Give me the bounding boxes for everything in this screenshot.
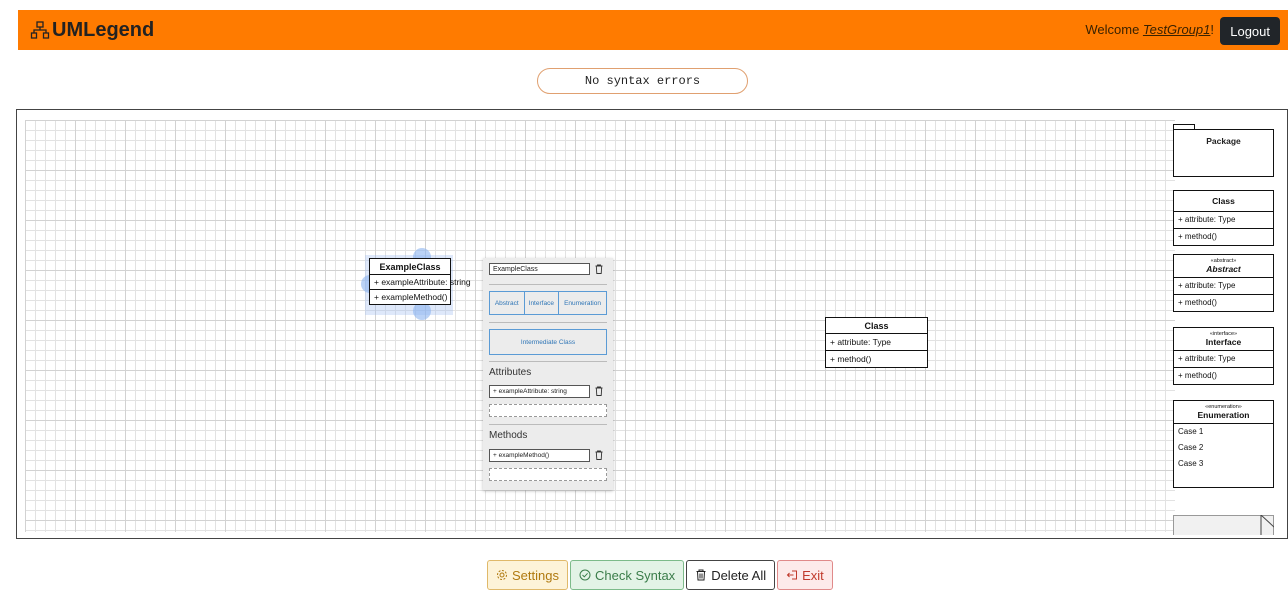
divider	[489, 361, 607, 362]
class-edit-panel: ExampleClass Abstract Interface Enumerat…	[483, 258, 613, 490]
attribute-input[interactable]: + exampleAttribute: string	[489, 385, 590, 398]
delete-attribute-icon[interactable]	[595, 386, 603, 396]
exit-label: Exit	[802, 567, 824, 583]
intermediate-class-button[interactable]: Intermediate Class	[489, 329, 607, 355]
palette-enumeration[interactable]: «enumeration» Enumeration Case 1 Case 2 …	[1173, 400, 1274, 488]
interface-name: Interface	[1205, 337, 1242, 347]
palette-abstract[interactable]: «abstract» Abstract + attribute: Type + …	[1173, 254, 1274, 312]
new-method-input[interactable]	[489, 468, 607, 481]
class-attribute[interactable]: + exampleAttribute: string	[370, 275, 471, 290]
check-syntax-label: Check Syntax	[594, 567, 676, 583]
diagram-logo-icon	[30, 21, 50, 39]
class-method[interactable]: + method()	[826, 351, 927, 367]
welcome-suffix: !	[1210, 22, 1214, 37]
package-label: Package	[1206, 136, 1241, 146]
app-header: UMLegend Welcome TestGroup1! Logout	[18, 10, 1288, 50]
palette-abstract-attribute: + attribute: Type	[1174, 278, 1273, 295]
class-method[interactable]: + exampleMethod()	[370, 290, 450, 304]
delete-method-icon[interactable]	[595, 450, 603, 460]
brand-name: UMLegend	[52, 18, 155, 41]
divider	[489, 322, 607, 323]
class-name[interactable]: ExampleClass	[370, 259, 450, 275]
palette-note[interactable]	[1173, 515, 1274, 535]
enumeration-type-button[interactable]: Enumeration	[559, 292, 606, 314]
enumeration-case: Case 3	[1178, 459, 1204, 468]
palette-interface-method: + method()	[1178, 371, 1217, 380]
exit-icon	[786, 570, 798, 580]
abstract-name: Abstract	[1206, 264, 1241, 274]
enumeration-case: Case 1	[1178, 427, 1204, 436]
trash-icon	[696, 569, 706, 581]
class-attribute[interactable]: + attribute: Type	[826, 334, 927, 351]
syntax-status: No syntax errors	[537, 68, 748, 94]
palette-package[interactable]: Package	[1173, 129, 1274, 177]
palette-enumeration-title: «enumeration» Enumeration	[1174, 401, 1273, 424]
new-attribute-input[interactable]	[489, 404, 607, 417]
palette-class[interactable]: Class + attribute: Type + method()	[1173, 190, 1274, 246]
logout-button[interactable]: Logout	[1220, 17, 1280, 45]
method-input[interactable]: + exampleMethod()	[489, 449, 590, 462]
welcome-prefix: Welcome	[1085, 22, 1143, 37]
example-class-box[interactable]: ExampleClass + exampleAttribute: string …	[369, 258, 471, 305]
delete-all-label: Delete All	[711, 567, 767, 583]
divider	[489, 284, 607, 285]
diagram-canvas[interactable]: ExampleClass + exampleAttribute: string …	[16, 109, 1288, 539]
class-name[interactable]: Class	[826, 318, 927, 334]
palette-class-title: Class	[1174, 191, 1273, 212]
class-name-input[interactable]: ExampleClass	[489, 263, 590, 275]
palette-class-attribute: + attribute: Type	[1174, 212, 1273, 229]
abstract-type-button[interactable]: Abstract	[490, 292, 525, 314]
delete-class-icon[interactable]	[595, 264, 603, 274]
placed-class-box[interactable]: Class + attribute: Type + method()	[825, 317, 928, 368]
check-circle-icon	[579, 569, 591, 581]
interface-type-button[interactable]: Interface	[525, 292, 560, 314]
enumeration-name: Enumeration	[1197, 410, 1250, 420]
palette-interface-attribute: + attribute: Type	[1174, 351, 1273, 368]
welcome-message: Welcome TestGroup1!	[1085, 22, 1214, 37]
attributes-heading: Attributes	[489, 367, 532, 378]
palette-interface-title: «interface» Interface	[1174, 328, 1273, 351]
username-link[interactable]: TestGroup1	[1143, 22, 1210, 37]
palette-abstract-method: + method()	[1178, 298, 1217, 307]
class-type-group: Abstract Interface Enumeration	[489, 291, 607, 315]
settings-label: Settings	[512, 567, 559, 583]
brand[interactable]: UMLegend	[30, 19, 154, 42]
methods-heading: Methods	[489, 430, 528, 441]
note-fold-icon	[1260, 515, 1274, 535]
gear-icon	[497, 570, 507, 580]
palette-interface[interactable]: «interface» Interface + attribute: Type …	[1173, 327, 1274, 385]
enumeration-case: Case 2	[1178, 443, 1204, 452]
palette-abstract-title: «abstract» Abstract	[1174, 255, 1273, 278]
palette-class-method: + method()	[1178, 232, 1217, 241]
divider	[489, 424, 607, 425]
